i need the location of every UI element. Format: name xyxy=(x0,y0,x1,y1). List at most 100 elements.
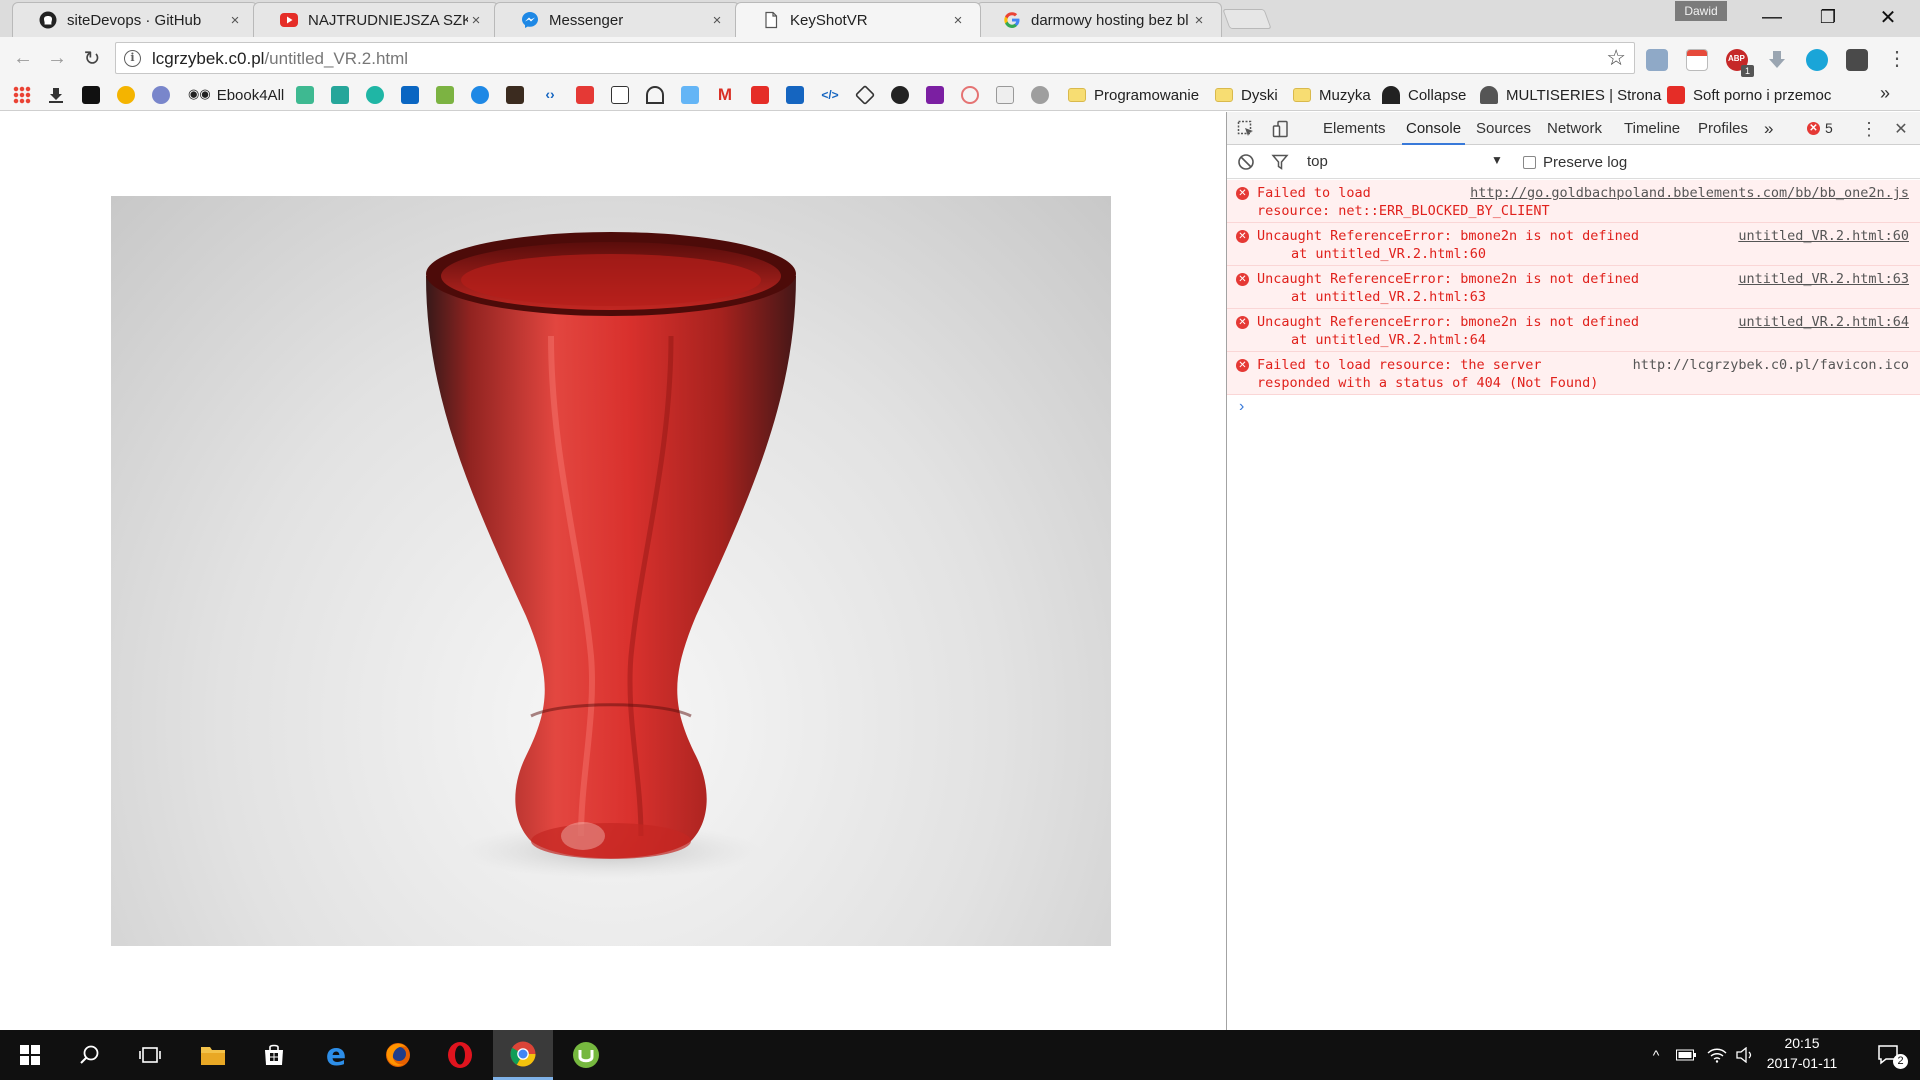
bmw-bookmark-icon[interactable] xyxy=(1031,86,1049,104)
profile-button[interactable]: Dawid xyxy=(1675,1,1727,21)
bookmark-folder-muzyka[interactable]: Muzyka xyxy=(1293,84,1371,106)
vpn-extension-icon[interactable] xyxy=(1806,49,1828,71)
vpn-bookmark-icon[interactable] xyxy=(331,86,349,104)
adblock-icon[interactable]: ABP 1 xyxy=(1726,49,1754,77)
code-bookmark-icon[interactable]: ‹› xyxy=(541,86,559,104)
more-tabs-icon[interactable]: » xyxy=(1764,112,1773,145)
translate-extension-icon[interactable] xyxy=(1646,49,1668,71)
stack-frame-link[interactable]: at untitled_VR.2.html:63 xyxy=(1257,288,1911,306)
devtools-close-icon[interactable]: ✕ xyxy=(1891,119,1911,139)
start-button[interactable] xyxy=(0,1030,60,1080)
puzzle-bookmark-icon[interactable] xyxy=(436,86,454,104)
action-center-button[interactable]: 2 xyxy=(1866,1030,1912,1080)
tab-youtube[interactable]: NAJTRUDNIEJSZA SZKOŁ × xyxy=(253,2,499,37)
console-error[interactable]: ✕ Failed to load resource: net::ERR_BLOC… xyxy=(1227,180,1920,223)
back-button[interactable]: ← xyxy=(10,45,36,71)
search-button[interactable] xyxy=(60,1030,120,1080)
system-clock[interactable]: 20:15 2017-01-11 xyxy=(1752,1033,1852,1073)
file-explorer-button[interactable] xyxy=(183,1030,243,1080)
slack-bookmark-icon[interactable] xyxy=(296,86,314,104)
clock-bookmark-icon[interactable] xyxy=(117,86,135,104)
clear-console-icon[interactable] xyxy=(1236,152,1256,172)
firefox-button[interactable] xyxy=(368,1030,428,1080)
password-extension-icon[interactable] xyxy=(1846,49,1868,71)
linkedin-icon[interactable] xyxy=(401,86,419,104)
error-source-link[interactable]: http://lcgrzybek.c0.pl/favicon.ico xyxy=(1633,356,1909,374)
context-selector[interactable]: top xyxy=(1307,153,1328,170)
opera-button[interactable] xyxy=(430,1030,490,1080)
tab-close-icon[interactable]: × xyxy=(1191,12,1207,29)
messenger-bookmark-icon[interactable] xyxy=(471,86,489,104)
chrome-taskbar-button[interactable] xyxy=(493,1030,553,1080)
console-error[interactable]: ✕ Uncaught ReferenceError: bmone2n is no… xyxy=(1227,266,1920,309)
game-bookmark-icon[interactable] xyxy=(506,86,524,104)
error-source-link[interactable]: untitled_VR.2.html:63 xyxy=(1738,270,1909,288)
github-bookmark-icon[interactable] xyxy=(891,86,909,104)
new-tab-button[interactable] xyxy=(1222,9,1272,29)
console-error[interactable]: ✕ Failed to load resource: the server re… xyxy=(1227,352,1920,395)
tab-messenger[interactable]: Messenger × xyxy=(494,2,740,37)
swirl-bookmark-icon[interactable] xyxy=(961,86,979,104)
tab-close-icon[interactable]: × xyxy=(950,12,966,29)
bookmark-star-icon[interactable]: ☆ xyxy=(1606,45,1626,71)
youtube-bookmark-icon[interactable] xyxy=(751,86,769,104)
calendar-extension-icon[interactable] xyxy=(1686,49,1708,71)
more-bookmarks-icon[interactable]: » xyxy=(1880,83,1890,104)
error-source-link[interactable]: http://go.goldbachpoland.bbelements.com/… xyxy=(1470,184,1909,202)
tab-close-icon[interactable]: × xyxy=(468,12,484,29)
tab-profiles[interactable]: Profiles xyxy=(1698,112,1748,145)
tab-timeline[interactable]: Timeline xyxy=(1624,112,1680,145)
address-bar[interactable]: i lcgrzybek.c0.pl/untitled_VR.2.html ☆ xyxy=(115,42,1635,74)
bookmark-ebook4all[interactable]: ◉◉ Ebook4All xyxy=(188,84,284,106)
wifi-icon[interactable] xyxy=(1705,1030,1729,1080)
url-text[interactable]: lcgrzybek.c0.pl/untitled_VR.2.html xyxy=(152,49,408,69)
show-hidden-icons-button[interactable]: ^ xyxy=(1646,1030,1666,1080)
tab-google[interactable]: darmowy hosting bez bl × xyxy=(976,2,1222,37)
app-bookmark-icon[interactable] xyxy=(82,86,100,104)
mp3-bookmark-icon[interactable] xyxy=(681,86,699,104)
tab-elements[interactable]: Elements xyxy=(1323,112,1386,145)
error-source-link[interactable]: untitled_VR.2.html:64 xyxy=(1738,313,1909,331)
close-window-button[interactable]: ✕ xyxy=(1860,0,1916,34)
site-info-icon[interactable]: i xyxy=(124,50,141,67)
minimize-button[interactable]: — xyxy=(1744,0,1800,34)
tab-sources[interactable]: Sources xyxy=(1476,112,1531,145)
css-bookmark-icon[interactable] xyxy=(786,86,804,104)
download-bookmark-icon[interactable] xyxy=(47,86,65,104)
store-button[interactable] xyxy=(244,1030,304,1080)
filter-icon[interactable] xyxy=(1270,152,1290,172)
console-error[interactable]: ✕ Uncaught ReferenceError: bmone2n is no… xyxy=(1227,309,1920,352)
doc-bookmark-icon[interactable] xyxy=(611,86,629,104)
keyshot-vr-viewer[interactable] xyxy=(111,196,1111,946)
forward-button[interactable]: → xyxy=(44,45,70,71)
error-source-link[interactable]: untitled_VR.2.html:60 xyxy=(1738,227,1909,245)
console-prompt[interactable]: › xyxy=(1227,395,1920,419)
tab-network[interactable]: Network xyxy=(1547,112,1602,145)
m-bookmark-icon[interactable] xyxy=(366,86,384,104)
html-bookmark-icon[interactable]: </> xyxy=(821,86,839,104)
tab-keyshotvr[interactable]: KeyShotVR × xyxy=(735,2,981,37)
devtools-menu-icon[interactable]: ⋮ xyxy=(1859,119,1879,139)
stack-frame-link[interactable]: at untitled_VR.2.html:64 xyxy=(1257,331,1911,349)
task-view-button[interactable] xyxy=(120,1030,180,1080)
planet-bookmark-icon[interactable] xyxy=(152,86,170,104)
inspect-element-icon[interactable] xyxy=(1236,119,1256,139)
edge-button[interactable]: e xyxy=(306,1030,366,1080)
tab-close-icon[interactable]: × xyxy=(709,12,725,29)
bookmark-collapse[interactable]: Collapse xyxy=(1382,84,1466,106)
tab-github[interactable]: siteDevops · GitHub × xyxy=(12,2,258,37)
download-extension-icon[interactable] xyxy=(1766,49,1788,71)
maximize-button[interactable]: ❐ xyxy=(1800,0,1856,34)
apps-icon[interactable] xyxy=(13,86,31,104)
codepen-icon[interactable] xyxy=(854,84,876,106)
stack-frame-link[interactable]: at untitled_VR.2.html:60 xyxy=(1257,245,1911,263)
tab-close-icon[interactable]: × xyxy=(227,12,243,29)
device-mode-icon[interactable] xyxy=(1271,119,1291,139)
bookmark-multiseries[interactable]: MULTISERIES | Strona xyxy=(1480,84,1661,106)
k-bookmark-icon[interactable] xyxy=(926,86,944,104)
search-bookmark-icon[interactable] xyxy=(996,86,1014,104)
battery-icon[interactable] xyxy=(1674,1030,1698,1080)
utorrent-button[interactable] xyxy=(556,1030,616,1080)
chrome-menu-icon[interactable]: ⋮ xyxy=(1886,49,1908,71)
console-error[interactable]: ✕ Uncaught ReferenceError: bmone2n is no… xyxy=(1227,223,1920,266)
